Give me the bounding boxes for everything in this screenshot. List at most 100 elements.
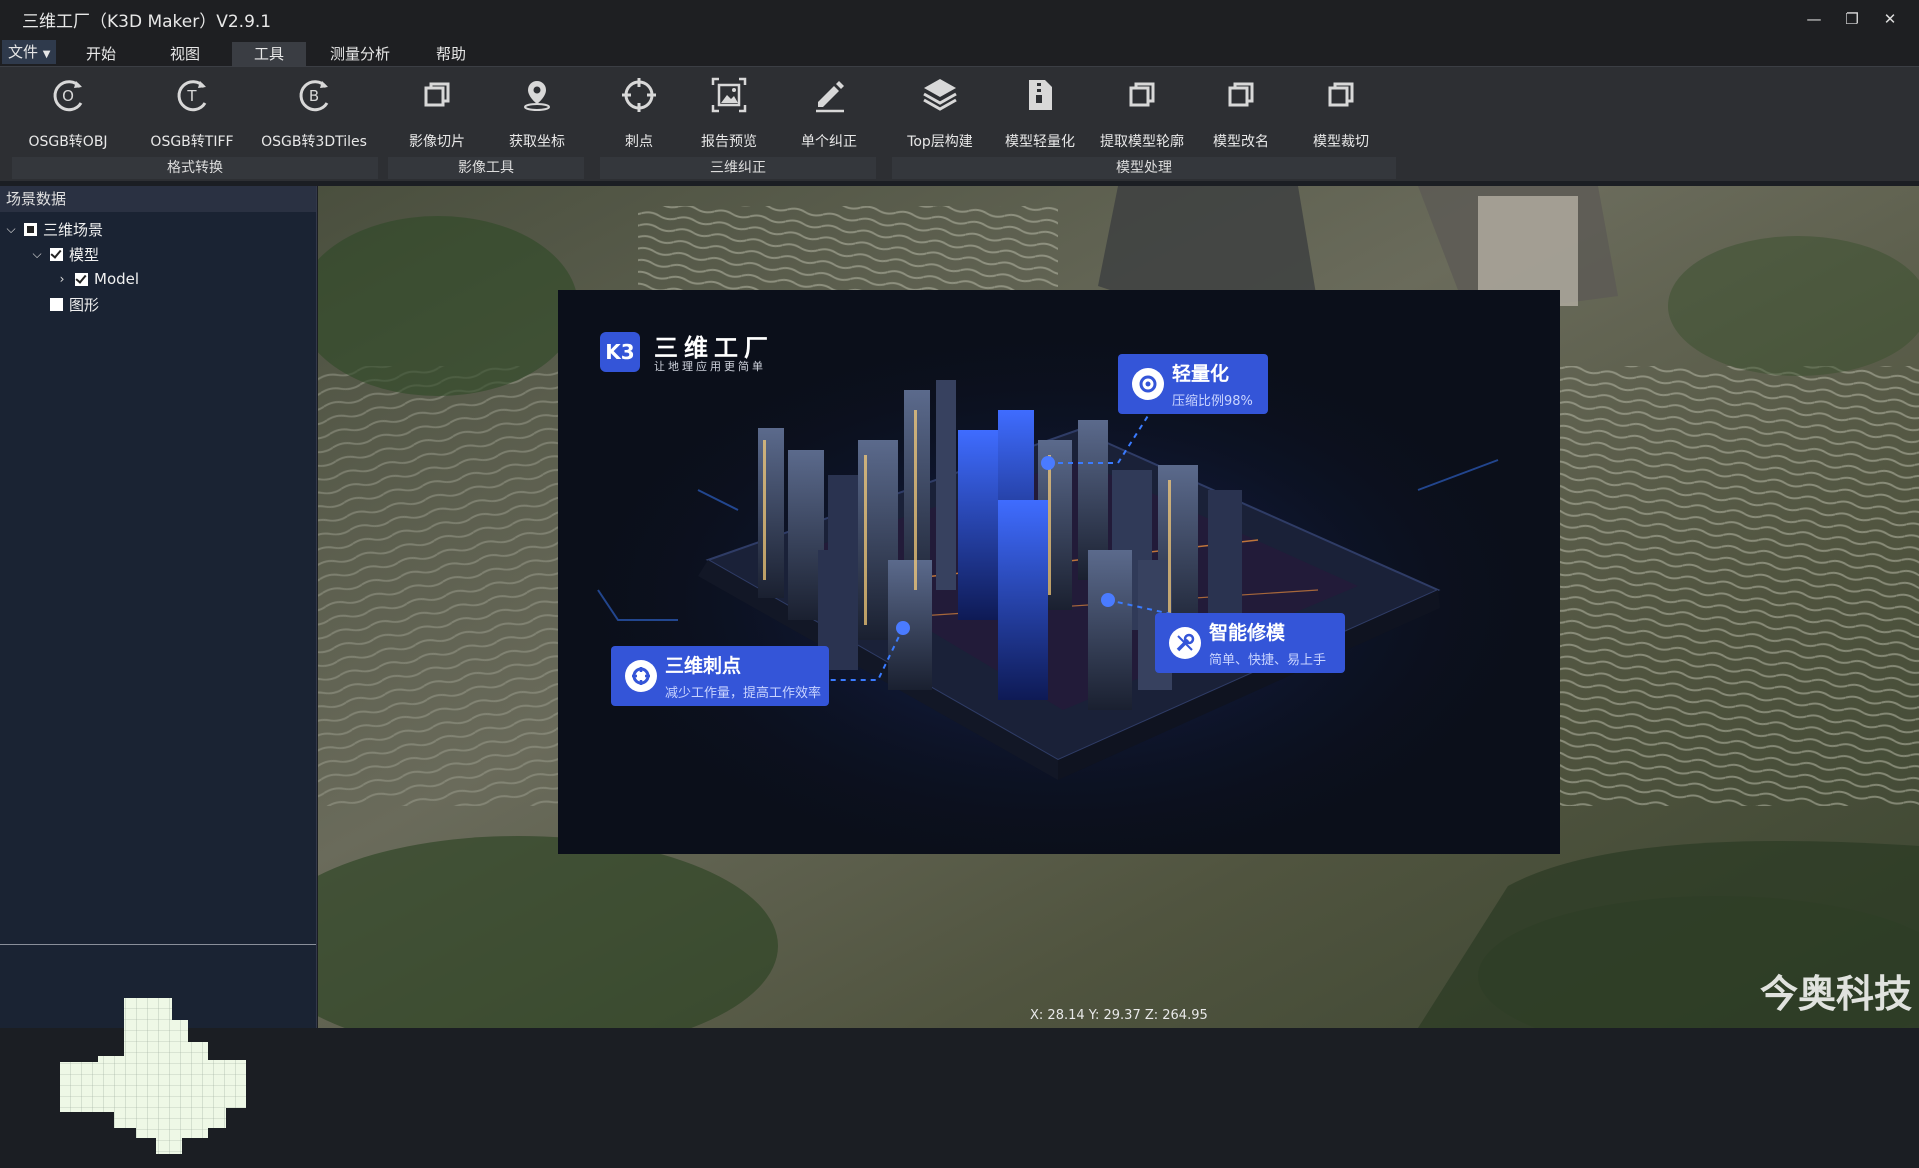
model-clip-button[interactable]: 模型裁切 [1300,73,1382,155]
group-3d-correct: 三维纠正 [600,157,876,179]
location-pin-icon [515,73,559,117]
tree-model-child-label: Model [94,270,140,288]
osgb-to-obj-button[interactable]: O OSGB转OBJ [24,73,112,155]
window-controls: — ❐ ✕ [1795,0,1909,38]
osgb-tiff-icon: T [170,73,214,117]
overview-minimap[interactable] [60,998,260,1168]
single-correct-label: 单个纠正 [801,134,857,150]
svg-text:B: B [309,87,319,105]
panel-divider [0,944,316,945]
badge-lightweight-title: 轻量化 [1172,363,1230,385]
report-preview-button[interactable]: 报告预览 [688,73,770,155]
model-rename-label: 模型改名 [1213,134,1269,150]
tree-scene-label: 三维场景 [43,220,104,239]
tree-model-label: 模型 [69,245,100,264]
image-slice-icon [415,73,459,117]
osgb-to-3dtiles-button[interactable]: B OSGB转3DTiles [256,73,372,155]
city-illustration [558,290,1560,854]
top-layer-build-label: Top层构建 [907,134,973,150]
tree-item-model[interactable]: ⌵ 模型 [30,243,99,265]
chevron-down-icon[interactable]: ⌵ [30,247,44,262]
osgb-to-obj-label: OSGB转OBJ [28,134,108,150]
badge-puncture-title: 三维刺点 [665,655,742,677]
panel-title: 场景数据 [0,186,316,212]
model-lightweight-label: 模型轻量化 [1005,134,1075,150]
osgb-to-tiff-button[interactable]: T OSGB转TIFF [144,73,240,155]
copy-icon [1120,73,1164,117]
tree-graphics-label: 图形 [69,295,100,314]
target-icon [625,660,657,692]
model-clip-label: 模型裁切 [1313,134,1369,150]
splash-screen: K3 三维工厂 让地理应用更简单 轻量化 压缩比例98% 三维刺点 减少工作量，… [558,290,1560,854]
osgb-to-tiff-label: OSGB转TIFF [150,134,234,150]
tree-item-model-child[interactable]: › Model [55,268,139,290]
badge-puncture: 三维刺点 减少工作量，提高工作效率 [611,646,829,706]
puncture-point-label: 刺点 [625,134,653,150]
top-layer-build-button[interactable]: Top层构建 [896,73,984,155]
get-coordinate-label: 获取坐标 [509,134,565,150]
scene-data-panel: 场景数据 ⌵ 三维场景 ⌵ 模型 › Model 图形 [0,186,317,1154]
model-lightweight-button[interactable]: 模型轻量化 [996,73,1084,155]
scene-checkbox[interactable] [24,222,37,236]
watermark: 今奥科技 [1760,972,1913,1016]
model-child-checkbox[interactable] [75,272,88,286]
menu-bar: 文件 ▼ 开始 视图 工具 测量分析 帮助 [0,38,1919,66]
coordinate-readout: X: 28.14 Y: 29.37 Z: 264.95 [1030,1008,1208,1023]
model-rename-button[interactable]: 模型改名 [1200,73,1282,155]
3d-viewport[interactable]: K3 三维工厂 让地理应用更简单 轻量化 压缩比例98% 三维刺点 减少工作量，… [318,186,1919,1028]
file-menu-button[interactable]: 文件 ▼ [2,40,56,64]
brand-logo: K3 [600,332,640,372]
menu-tools[interactable]: 工具 [232,42,307,66]
osgb-obj-icon: O [46,73,90,117]
menu-view[interactable]: 视图 [170,42,200,66]
svg-text:T: T [186,87,197,105]
puncture-point-button[interactable]: 刺点 [612,73,666,155]
logo-mark-icon: K3 [605,340,635,364]
chevron-down-icon[interactable]: ⌵ [4,222,18,237]
gear-icon [1132,368,1164,400]
graphics-checkbox[interactable] [50,297,63,311]
menu-measure[interactable]: 测量分析 [330,42,390,66]
badge-puncture-subtitle: 减少工作量，提高工作效率 [665,686,822,701]
copy-icon [1219,73,1263,117]
report-preview-label: 报告预览 [701,134,757,150]
get-coordinate-button[interactable]: 获取坐标 [496,73,578,155]
group-format-convert: 格式转换 [12,157,378,179]
pen-edit-icon [807,73,851,117]
close-button[interactable]: ✕ [1871,10,1909,28]
wrench-icon [1169,627,1201,659]
minimize-button[interactable]: — [1795,10,1833,28]
file-menu-label: 文件 [8,43,39,61]
menu-help[interactable]: 帮助 [436,42,466,66]
file-compress-icon [1018,73,1062,117]
window-title: 三维工厂（K3D Maker）V2.9.1 [22,11,272,32]
copy-icon [1319,73,1363,117]
chevron-down-icon: ▼ [42,49,51,60]
tree-item-graphics[interactable]: 图形 [44,293,99,315]
crosshair-icon [617,73,661,117]
osgb-3dtiles-icon: B [292,73,336,117]
badge-smart-repair-subtitle: 简单、快捷、易上手 [1209,653,1327,668]
extract-outline-label: 提取模型轮廓 [1100,134,1184,150]
report-image-icon [707,73,751,117]
ribbon-toolbar: O OSGB转OBJ T OSGB转TIFF B OSGB转3DTiles 影像… [0,66,1919,181]
tree-item-scene[interactable]: ⌵ 三维场景 [4,218,103,240]
badge-lightweight-subtitle: 压缩比例98% [1172,394,1253,409]
chevron-right-icon[interactable]: › [55,272,69,286]
restore-button[interactable]: ❐ [1833,10,1871,28]
badge-smart-repair-title: 智能修模 [1209,622,1286,644]
menu-start[interactable]: 开始 [86,42,116,66]
brand-slogan: 让地理应用更简单 [654,360,766,373]
layers-icon [918,73,962,117]
title-bar: 三维工厂（K3D Maker）V2.9.1 — ❐ ✕ [0,0,1919,38]
image-slice-label: 影像切片 [409,134,465,150]
group-image-tools: 影像工具 [388,157,584,179]
model-checkbox[interactable] [50,247,63,261]
single-correct-button[interactable]: 单个纠正 [788,73,870,155]
osgb-to-3dtiles-label: OSGB转3DTiles [261,134,367,150]
extract-outline-button[interactable]: 提取模型轮廓 [1094,73,1190,155]
group-model-process: 模型处理 [892,157,1396,179]
badge-lightweight: 轻量化 压缩比例98% [1118,354,1268,414]
image-slice-button[interactable]: 影像切片 [396,73,478,155]
badge-smart-repair: 智能修模 简单、快捷、易上手 [1155,613,1345,673]
